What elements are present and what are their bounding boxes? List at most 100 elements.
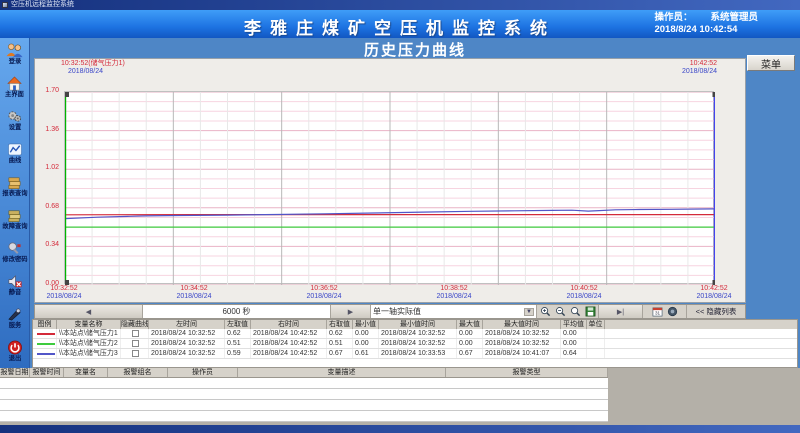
page-title: 历史压力曲线 (30, 39, 800, 60)
curve-table-cell: 2018/08/24 10:32:52 (483, 329, 561, 338)
sidebar-item-exit[interactable]: 退出 (0, 335, 29, 368)
right-cursor-label: 10:42:52 2018/08/24 (682, 60, 717, 76)
curve-table-cell: 2018/08/24 10:42:52 (251, 349, 327, 358)
curve-table-cell: 2018/08/24 10:33:53 (379, 349, 457, 358)
chevron-down-icon: ▼ (524, 308, 534, 316)
sidebar-item-login[interactable]: 登录 (0, 38, 29, 71)
sidebar-item-label: 曲线 (8, 157, 21, 164)
cursor-handle[interactable] (65, 92, 69, 97)
users-icon (5, 43, 25, 58)
x-tick-label: 10:38:522018/08/24 (422, 285, 486, 301)
jump-end-button[interactable]: ▶| (599, 305, 643, 318)
curve-table-cell: 2018/08/24 10:42:52 (251, 329, 327, 338)
sidebar-item-settings[interactable]: 设置 (0, 104, 29, 137)
curve-table-header-cell: 变量名称 (57, 320, 121, 329)
zoom-button-group (537, 305, 599, 318)
hide-list-button[interactable]: << 隐藏列表 (687, 305, 745, 318)
hide-curve-checkbox[interactable] (132, 340, 139, 347)
x-tick-label: 10:36:522018/08/24 (292, 285, 356, 301)
menu-button[interactable]: 菜单 (747, 55, 795, 71)
cursor-handle[interactable] (713, 92, 716, 97)
sidebar-item-main-screen[interactable]: 主界面 (0, 71, 29, 104)
scroll-right-button[interactable]: ▶ (331, 305, 371, 318)
chart-toolbar: ◀ 6000 秒 ▶ 单一轴实际值 ▼ ▶| 31 << 隐藏列表 (34, 304, 746, 319)
curve-table-header-cell: 图例 (33, 320, 57, 329)
x-axis-labels: 10:32:522018/08/2410:34:522018/08/2410:3… (35, 285, 747, 303)
curve-table-header-cell: 右取值 (327, 320, 353, 329)
operator-name: 系统管理员 (710, 12, 758, 23)
legend-line-icon (37, 343, 55, 345)
x-tick-label: 10:42:522018/08/24 (682, 285, 746, 301)
curve-table-cell: 0.62 (327, 329, 353, 338)
curve-table-row[interactable]: \\本站点\储气压力12018/08/24 10:32:520.622018/0… (33, 329, 797, 339)
curve-table-cell: 2018/08/24 10:32:52 (149, 339, 225, 348)
pressure-curve-svg (65, 92, 715, 285)
curve-table-cell (587, 349, 605, 358)
curve-table-cell: 0.00 (353, 339, 379, 348)
alarm-table-body (0, 378, 800, 422)
sidebar-item-label: 退出 (8, 355, 21, 362)
sidebar-item-label: 报表查询 (2, 190, 27, 197)
curve-table-cell: 2018/08/24 10:32:52 (379, 329, 457, 338)
curve-table-cell: 2018/08/24 10:32:52 (483, 339, 561, 348)
sidebar-item-service[interactable]: 服务 (0, 302, 29, 335)
zoom-in-button[interactable] (538, 305, 553, 318)
print-button[interactable] (665, 305, 680, 318)
curve-table-header-cell: 右时间 (251, 320, 327, 329)
alarm-table-header-cell: 报警时间 (30, 368, 64, 377)
curve-table-cell: 0.00 (353, 329, 379, 338)
curve-table-cell: \\本站点\储气压力3 (57, 349, 121, 358)
operator-label: 操作员： (654, 12, 692, 23)
app-header: 李雅庄煤矿空压机监控系统 操作员：系统管理员 2018/8/24 10:42:5… (0, 10, 800, 38)
curve-table-row[interactable]: \\本站点\储气压力32018/08/24 10:32:520.592018/0… (33, 349, 797, 359)
zoom-out-button[interactable] (553, 305, 568, 318)
curve-table-cell: 0.00 (457, 329, 483, 338)
report-print-group: 31 (643, 305, 687, 318)
x-tick-label: 10:32:522018/08/24 (32, 285, 96, 301)
sidebar: 登录 主界面 设置 曲线 报表查询 故障查询 修改密码 静音 (0, 38, 30, 368)
curve-table-cell (33, 339, 57, 348)
curve-table-header-cell: 平均值 (561, 320, 587, 329)
curve-table-header-cell: 最大值 (457, 320, 483, 329)
curve-table-cell: 0.00 (457, 339, 483, 348)
plot-area[interactable] (64, 91, 714, 284)
curve-table-header: 图例变量名称隐藏曲线左时间左取值右时间右取值最小值最小值时间最大值最大值时间平均… (33, 320, 797, 329)
curve-table-header-cell: 隐藏曲线 (121, 320, 149, 329)
calendar-report-button[interactable]: 31 (650, 305, 665, 318)
curve-table-cell: 2018/08/24 10:32:52 (379, 339, 457, 348)
sidebar-item-fault-query[interactable]: 故障查询 (0, 203, 29, 236)
zoom-reset-button[interactable] (568, 305, 583, 318)
sidebar-item-change-password[interactable]: 修改密码 (0, 236, 29, 269)
sidebar-item-curve[interactable]: 曲线 (0, 137, 29, 170)
left-cursor-label: 10:32:52(储气压力1) 2018/08/24 (61, 60, 125, 76)
alarm-table-row[interactable] (0, 400, 608, 411)
y-tick-label: 1.70 (35, 87, 59, 94)
curve-table-cell: 0.00 (561, 329, 587, 338)
time-span-field: 6000 秒 (143, 305, 331, 318)
sidebar-item-report-query[interactable]: 报表查询 (0, 170, 29, 203)
sidebar-item-mute[interactable]: 静音 (0, 269, 29, 302)
curve-table-cell: 2018/08/24 10:42:52 (251, 339, 327, 348)
curve-table-body: \\本站点\储气压力12018/08/24 10:32:520.622018/0… (33, 329, 797, 359)
value-mode-select[interactable]: 单一轴实际值 ▼ (371, 305, 537, 318)
alarm-table-row[interactable] (0, 411, 608, 422)
hide-curve-checkbox[interactable] (132, 330, 139, 337)
alarm-table-row[interactable] (0, 378, 608, 389)
curve-table-header-cell: 最小值时间 (379, 320, 457, 329)
service-icon (6, 307, 23, 322)
y-tick-label: 0.34 (35, 241, 59, 248)
curve-table-row[interactable]: \\本站点\储气压力22018/08/24 10:32:520.512018/0… (33, 339, 797, 349)
alarm-table-row[interactable] (0, 389, 608, 400)
password-icon (6, 241, 23, 256)
save-button[interactable] (583, 305, 598, 318)
alarm-table-header-cell: 报警组名 (108, 368, 168, 377)
operator-info: 操作员：系统管理员 2018/8/24 10:42:54 (654, 12, 758, 36)
gears-icon (6, 109, 23, 124)
y-axis-labels: 1.701.361.020.680.340.00 (35, 59, 61, 304)
alarm-table-header-cell: 操作员 (168, 368, 238, 377)
chart-panel: 10:32:52(储气压力1) 2018/08/24 10:42:52 2018… (34, 58, 746, 303)
curve-table-cell: 2018/08/24 10:32:52 (149, 329, 225, 338)
hide-curve-checkbox[interactable] (132, 350, 139, 357)
scroll-left-button[interactable]: ◀ (35, 305, 143, 318)
curve-table-cell: \\本站点\储气压力2 (57, 339, 121, 348)
